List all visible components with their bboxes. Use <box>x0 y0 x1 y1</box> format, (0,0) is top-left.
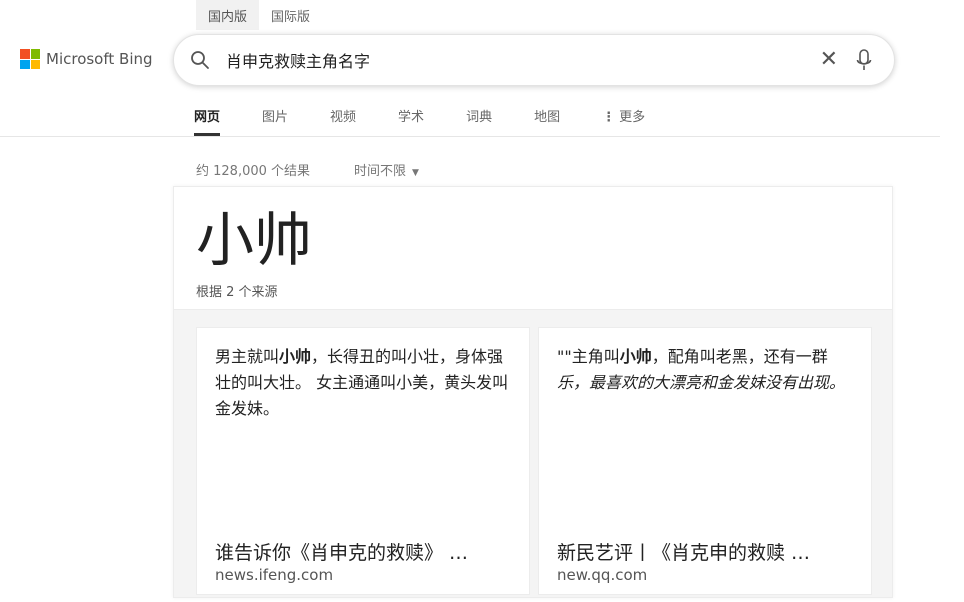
nav-tab-maps[interactable]: 地图 <box>534 100 560 136</box>
snippet-italic: 乐，最喜欢的大漂亮和金发妹没有出现。 <box>557 373 846 392</box>
source-card[interactable]: 男主就叫小帅，长得丑的叫小壮，身体强壮的叫大壮。 女主通通叫小美，黄头发叫金发妹… <box>196 327 530 595</box>
microphone-icon[interactable] <box>856 49 872 73</box>
chevron-down-icon: ▼ <box>412 168 419 178</box>
source-title-link[interactable]: 新民艺评丨《肖克申的救赎 … <box>557 538 859 565</box>
vertical-nav: 网页 图片 视频 学术 词典 地图 ⋮ 更多 <box>194 100 687 136</box>
logo-text: Microsoft Bing <box>46 50 153 68</box>
source-snippet: 男主就叫小帅，长得丑的叫小壮，身体强壮的叫大壮。 女主通通叫小美，黄头发叫金发妹… <box>215 347 509 418</box>
time-filter-dropdown[interactable]: 时间不限 ▼ <box>354 160 419 179</box>
search-input[interactable] <box>226 50 786 70</box>
region-tabs: 国内版 国际版 <box>196 0 322 30</box>
source-title-link[interactable]: 谁告诉你《肖申克的救赎》 … <box>215 538 517 565</box>
snippet-highlight: 小帅 <box>279 347 312 366</box>
microsoft-logo-icon <box>20 49 40 69</box>
time-filter-label: 时间不限 <box>354 164 407 179</box>
bing-logo[interactable]: Microsoft Bing <box>20 48 153 70</box>
results-meta: 约 128,000 个结果 时间不限 ▼ <box>196 160 419 179</box>
nav-tab-images[interactable]: 图片 <box>262 100 288 136</box>
answer-sources-label: 根据 2 个来源 <box>196 285 278 300</box>
nav-tab-academic[interactable]: 学术 <box>398 100 424 136</box>
source-card[interactable]: ""主角叫小帅，配角叫老黑，还有一群乐，最喜欢的大漂亮和金发妹没有出现。 新民艺… <box>538 327 872 595</box>
results-count: 约 128,000 个结果 <box>196 164 311 179</box>
region-tab-domestic[interactable]: 国内版 <box>196 0 260 30</box>
nav-tab-dictionary[interactable]: 词典 <box>466 100 492 136</box>
nav-tab-more[interactable]: ⋮ 更多 <box>602 100 645 136</box>
snippet-highlight: 小帅 <box>619 347 652 366</box>
nav-more-label: 更多 <box>619 110 646 125</box>
more-dots-icon: ⋮ <box>602 110 616 125</box>
search-box: ✕ <box>173 34 895 86</box>
source-domain: news.ifeng.com <box>215 566 334 584</box>
nav-tab-videos[interactable]: 视频 <box>330 100 356 136</box>
nav-tab-web[interactable]: 网页 <box>194 100 221 136</box>
clear-icon[interactable]: ✕ <box>820 47 838 72</box>
source-snippet: ""主角叫小帅，配角叫老黑，还有一群乐，最喜欢的大漂亮和金发妹没有出现。 <box>557 347 846 392</box>
source-domain: new.qq.com <box>557 566 648 584</box>
answer-card: 小帅 根据 2 个来源 男主就叫小帅，长得丑的叫小壮，身体强壮的叫大壮。 女主通… <box>173 186 893 598</box>
header-divider <box>0 136 940 137</box>
search-icon[interactable] <box>190 50 210 70</box>
region-tab-international[interactable]: 国际版 <box>259 0 322 30</box>
answer-title: 小帅 <box>196 206 313 274</box>
